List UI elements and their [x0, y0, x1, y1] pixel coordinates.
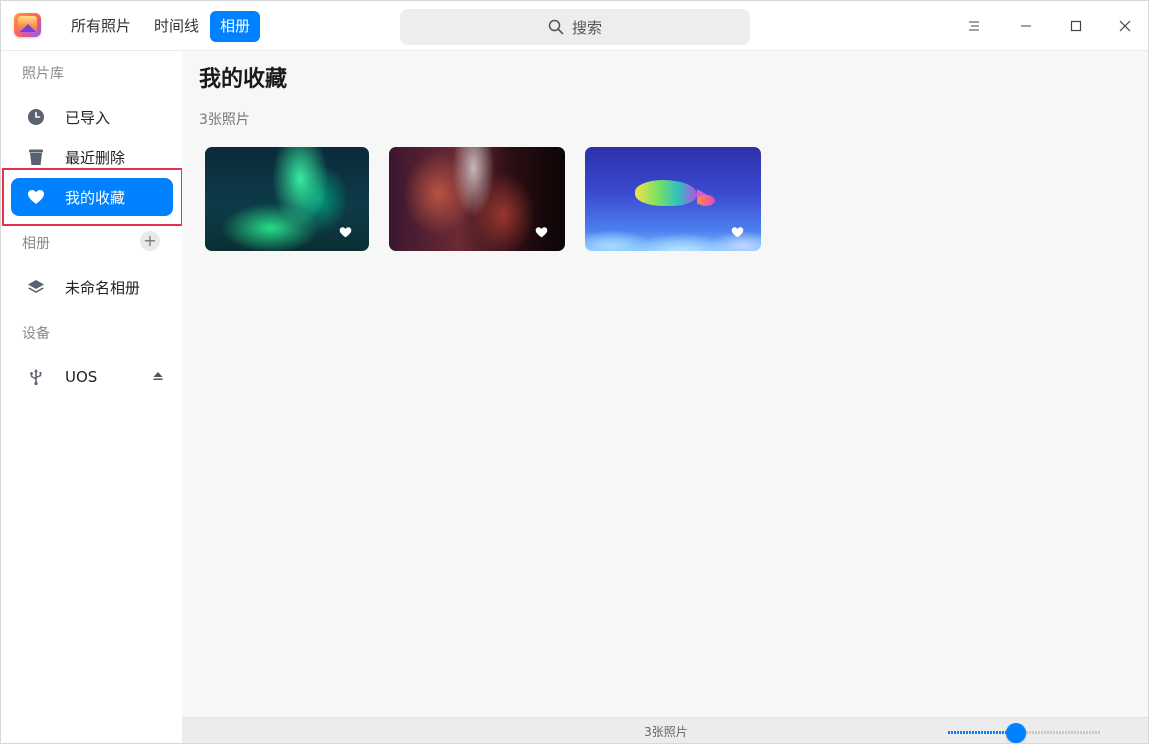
- app-window: 所有照片 时间线 相册 搜索 照片库 已导入 最近删除 我的收藏 相册 + 未命…: [0, 0, 1149, 744]
- favorite-heart-icon[interactable]: [731, 226, 744, 238]
- clock-icon: [27, 108, 45, 126]
- title-bar: 所有照片 时间线 相册 搜索: [1, 1, 1148, 51]
- sidebar-item-imported[interactable]: 已导入: [11, 98, 173, 136]
- photo-thumbnail-whale[interactable]: [585, 147, 761, 251]
- usb-icon: [27, 368, 45, 386]
- tab-all-photos[interactable]: 所有照片: [61, 11, 141, 42]
- zoom-slider-handle[interactable]: [1006, 723, 1027, 743]
- photo-count: 3张照片: [199, 112, 250, 128]
- zoom-slider[interactable]: [948, 723, 1100, 743]
- status-bar: 3张照片: [182, 717, 1148, 743]
- maximize-icon: [1070, 20, 1082, 32]
- selection-highlight: [2, 168, 183, 226]
- favorite-heart-icon[interactable]: [339, 226, 352, 238]
- search-placeholder: 搜索: [571, 18, 602, 37]
- minimize-icon: [1021, 25, 1031, 27]
- section-title-library: 照片库: [22, 66, 64, 82]
- main-menu-button[interactable]: [959, 11, 989, 41]
- close-button[interactable]: [1110, 11, 1140, 41]
- album-app-icon: [14, 13, 41, 37]
- maximize-button[interactable]: [1061, 11, 1091, 41]
- search-input[interactable]: 搜索: [400, 9, 750, 45]
- section-title-devices: 设备: [22, 326, 50, 342]
- add-album-button[interactable]: +: [140, 231, 160, 251]
- fish-illustration: [697, 195, 715, 206]
- whale-illustration: [635, 180, 697, 206]
- photo-thumbnail-aurora[interactable]: [205, 147, 369, 251]
- tab-timeline[interactable]: 时间线: [144, 11, 209, 42]
- sidebar-item-device-uos[interactable]: UOS: [11, 358, 173, 396]
- page-title: 我的收藏: [199, 67, 288, 92]
- layers-icon: [27, 278, 45, 296]
- main-content: 我的收藏 3张照片: [182, 51, 1148, 717]
- photo-thumbnail-canyon[interactable]: [389, 147, 565, 251]
- minimize-button[interactable]: [1011, 11, 1041, 41]
- plus-icon: +: [143, 231, 157, 250]
- trash-icon: [27, 148, 45, 166]
- sidebar-item-label: 已导入: [65, 108, 111, 127]
- sidebar-item-label: 未命名相册: [65, 278, 141, 297]
- search-icon: [548, 19, 564, 35]
- sidebar-item-label: 最近删除: [65, 148, 126, 167]
- favorite-heart-icon[interactable]: [535, 226, 548, 238]
- section-title-albums: 相册: [22, 236, 50, 252]
- eject-icon[interactable]: [153, 371, 163, 381]
- close-icon: [1119, 20, 1131, 32]
- menu-icon: [969, 21, 979, 31]
- sidebar-item-label: UOS: [65, 368, 98, 386]
- sidebar: 照片库 已导入 最近删除 我的收藏 相册 + 未命名相册 设备 UOS: [1, 51, 182, 743]
- sidebar-item-unnamed-album[interactable]: 未命名相册: [11, 268, 173, 306]
- tab-albums[interactable]: 相册: [210, 11, 261, 42]
